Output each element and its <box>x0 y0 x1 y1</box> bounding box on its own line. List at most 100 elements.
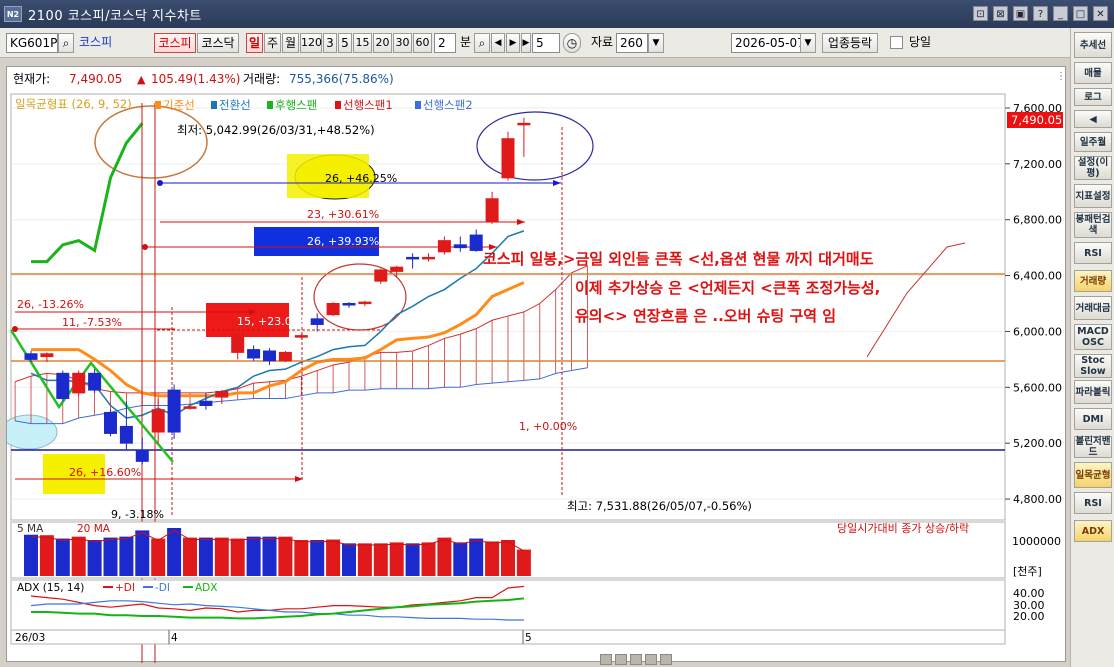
sidebar-item-18[interactable]: ADX <box>1074 520 1112 542</box>
price-tick-label: 6,800.00 <box>1013 214 1062 227</box>
volume-bar <box>24 534 38 576</box>
step-input[interactable]: 5 <box>532 33 560 53</box>
period-15[interactable]: 15 <box>353 33 372 53</box>
candle-body <box>183 406 197 409</box>
left-bottom-label: 9, -3.18% <box>111 508 164 521</box>
sidebar-item-4[interactable]: 일주월 <box>1074 132 1112 152</box>
maximize-icon[interactable]: □ <box>1073 6 1088 21</box>
sidebar-item-7[interactable]: 봉패턴검색 <box>1074 212 1112 238</box>
sidebar-item-3[interactable]: ◀ <box>1074 110 1112 128</box>
calendar-dropdown-icon[interactable]: ▼ <box>800 33 816 53</box>
status-icon[interactable] <box>615 654 627 665</box>
volume-bar <box>373 543 388 576</box>
legend-swatch <box>267 101 273 109</box>
sidebar-item-16[interactable]: 일목균형 <box>1074 462 1112 488</box>
lock-icon[interactable]: ⊠ <box>993 6 1008 21</box>
prev-icon[interactable]: ◀ <box>491 33 505 53</box>
volume-bar <box>501 540 515 576</box>
volume-bar <box>214 537 229 576</box>
sidebar-item-13[interactable]: 파라볼릭 <box>1074 380 1112 404</box>
left-label-2: 11, -7.53% <box>62 316 122 329</box>
period-20[interactable]: 20 <box>373 33 392 53</box>
sidebar-item-5[interactable]: 설정(이평) <box>1074 156 1112 180</box>
period-week[interactable]: 주 <box>264 33 281 53</box>
next-icon[interactable]: ▶ <box>506 33 520 53</box>
sidebar-item-15[interactable]: 볼린저밴드 <box>1074 436 1112 458</box>
volume-bar <box>516 549 531 576</box>
period-month[interactable]: 월 <box>282 33 299 53</box>
sidebar-item-8[interactable]: RSI <box>1074 242 1112 264</box>
volume-bar <box>198 537 213 576</box>
close-icon[interactable]: ✕ <box>1093 6 1108 21</box>
today-label: 당일 <box>909 35 932 49</box>
candle-body <box>88 372 102 391</box>
zoom-icon[interactable]: ⌕ <box>474 33 490 53</box>
volume-bar <box>326 539 341 576</box>
search-icon[interactable]: ⌕ <box>58 33 74 53</box>
period-3[interactable]: 3 <box>323 33 337 53</box>
candle-body <box>40 353 54 358</box>
help-icon[interactable]: ? <box>1033 6 1048 21</box>
sector-button[interactable]: 업종등락 <box>822 33 878 53</box>
panel-menu-icon[interactable]: ⋮⋮ <box>1056 71 1076 82</box>
sidebar-item-11[interactable]: MACD OSC <box>1074 324 1112 350</box>
high-price-label: 최고: 7,531.88(26/05/07,-0.56%) <box>567 499 752 513</box>
end-icon[interactable]: ▶ <box>521 33 531 53</box>
minute-unit: 분 <box>460 35 472 49</box>
sidebar-item-9[interactable]: 거래량 <box>1074 270 1112 292</box>
sidebar-item-2[interactable]: 로그 <box>1074 88 1112 106</box>
candle-body <box>326 303 340 316</box>
chart-area[interactable]: 현재가: 7,490.05 ▲ 105.49(1.43%) 거래량: 755,3… <box>0 66 1076 663</box>
status-icon[interactable] <box>600 654 612 665</box>
volume-bar <box>71 536 86 576</box>
date-input[interactable]: 2026-05-07 <box>731 33 805 53</box>
box-red-mid-label: 15, +23.09% <box>237 315 309 328</box>
status-icon[interactable] <box>660 654 672 665</box>
code-input[interactable]: KG601P <box>6 33 58 53</box>
price-tick-label: 7,200.00 <box>1013 158 1062 171</box>
candle-body <box>390 266 404 272</box>
low-price-label: 최저: 5,042.99(26/03/31,+48.52%) <box>177 123 375 137</box>
sidebar-item-10[interactable]: 거래대금 <box>1074 296 1112 320</box>
clock-icon[interactable]: ◷ <box>563 33 581 53</box>
minute-input[interactable]: 2 <box>434 33 456 53</box>
sidebar-item-0[interactable]: 추세선 <box>1074 32 1112 58</box>
tab-kospi[interactable]: 코스피 <box>154 33 196 53</box>
candle-body <box>263 350 276 362</box>
sidebar-item-6[interactable]: 지표설정 <box>1074 184 1112 208</box>
volume-axis-tick: 1000000 <box>1012 535 1061 548</box>
minimize-icon[interactable]: _ <box>1053 6 1068 21</box>
sidebar-item-12[interactable]: Stoc Slow <box>1074 354 1112 378</box>
price-chart[interactable]: 현재가: 7,490.05 ▲ 105.49(1.43%) 거래량: 755,3… <box>0 67 1076 663</box>
sidebar-item-14[interactable]: DMI <box>1074 408 1112 430</box>
period-120[interactable]: 120 <box>300 33 322 53</box>
candle-body <box>278 351 292 362</box>
volume-bar <box>469 538 484 576</box>
data-count-select[interactable]: 260 <box>616 33 648 53</box>
volume-bar <box>87 540 102 576</box>
status-icon[interactable] <box>630 654 642 665</box>
period-day[interactable]: 일 <box>246 33 263 53</box>
today-checkbox[interactable] <box>890 36 903 49</box>
measure-point <box>142 244 148 250</box>
adx-legend-2: ADX <box>195 582 217 594</box>
chevron-down-icon[interactable]: ▼ <box>648 33 664 53</box>
sidebar-item-1[interactable]: 매물 <box>1074 62 1112 84</box>
volume-bar <box>342 543 356 576</box>
volume-bar <box>55 538 70 576</box>
box-yellow-top-label: 26, +46.25% <box>325 172 397 185</box>
period-60[interactable]: 60 <box>413 33 432 53</box>
date-axis <box>10 629 1006 645</box>
status-icon[interactable] <box>645 654 657 665</box>
adx-legend: +DI -DI ADX <box>103 582 217 594</box>
candle-body <box>453 244 467 249</box>
tab-kosdaq[interactable]: 코스닥 <box>197 33 239 53</box>
period-30[interactable]: 30 <box>393 33 412 53</box>
legend-item-3: 선행스팬1 <box>343 98 393 112</box>
layout-icon[interactable]: ▣ <box>1013 6 1028 21</box>
period-5[interactable]: 5 <box>338 33 352 53</box>
volume-unit: [천주] <box>1013 564 1042 578</box>
link-icon[interactable]: ⊡ <box>973 6 988 21</box>
sidebar-item-17[interactable]: RSI <box>1074 492 1112 514</box>
data-label: 자료 <box>591 35 614 49</box>
